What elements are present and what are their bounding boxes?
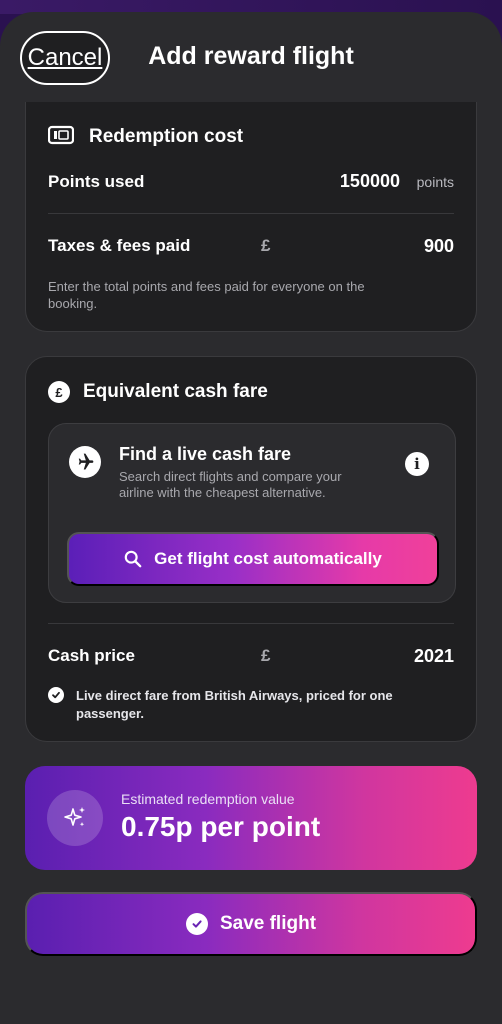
save-flight-label: Save flight — [219, 913, 317, 934]
page-title: Add reward flight — [148, 42, 354, 70]
ticket-icon — [48, 124, 74, 146]
taxes-fees-input[interactable]: 900 — [424, 236, 454, 257]
search-icon — [124, 550, 142, 568]
cash-currency: £ — [261, 646, 271, 665]
points-used-input[interactable]: 150000 — [340, 171, 400, 192]
redemption-cost-card: Redemption cost Points used 150000 point… — [25, 102, 477, 332]
cash-fare-card: £ Equivalent cash fare Find a live cash … — [25, 356, 477, 742]
divider — [48, 623, 454, 624]
check-circle-icon — [185, 913, 208, 935]
info-icon[interactable]: i — [405, 452, 429, 476]
estimate-value: 0.75p per point — [121, 811, 321, 842]
sheet-header: Cancel Add reward flight — [0, 12, 502, 107]
finder-title: Find a live cash fare — [119, 444, 292, 464]
get-flight-cost-button[interactable]: Get flight cost automatically — [67, 532, 439, 586]
get-flight-cost-label: Get flight cost automatically — [154, 549, 382, 568]
divider — [48, 213, 454, 214]
redemption-helper-text: Enter the total points and fees paid for… — [48, 279, 365, 311]
redemption-cost-title: Redemption cost — [89, 126, 244, 147]
live-fare-finder: Find a live cash fare Search direct flig… — [48, 423, 456, 603]
estimated-value-card: Estimated redemption value 0.75p per poi… — [25, 766, 477, 870]
taxes-fees-label: Taxes & fees paid — [48, 236, 191, 255]
finder-description: Search direct flights and compare your a… — [119, 469, 342, 500]
cash-price-input[interactable]: 2021 — [414, 646, 454, 667]
airplane-icon — [69, 446, 101, 478]
pound-coin-icon: £ — [48, 381, 70, 403]
save-flight-button[interactable]: Save flight — [25, 892, 477, 956]
fare-source-note: Live direct fare from British Airways, p… — [76, 688, 393, 721]
points-used-label: Points used — [48, 172, 145, 191]
estimate-label: Estimated redemption value — [121, 791, 295, 807]
sparkle-icon — [47, 790, 103, 846]
points-unit: points — [416, 174, 454, 190]
add-flight-sheet: Cancel Add reward flight Redemption cost… — [0, 12, 502, 1024]
verified-check-icon — [48, 687, 64, 703]
taxes-currency: £ — [261, 236, 271, 255]
cash-fare-title: Equivalent cash fare — [83, 381, 268, 402]
cash-price-label: Cash price — [48, 646, 135, 665]
